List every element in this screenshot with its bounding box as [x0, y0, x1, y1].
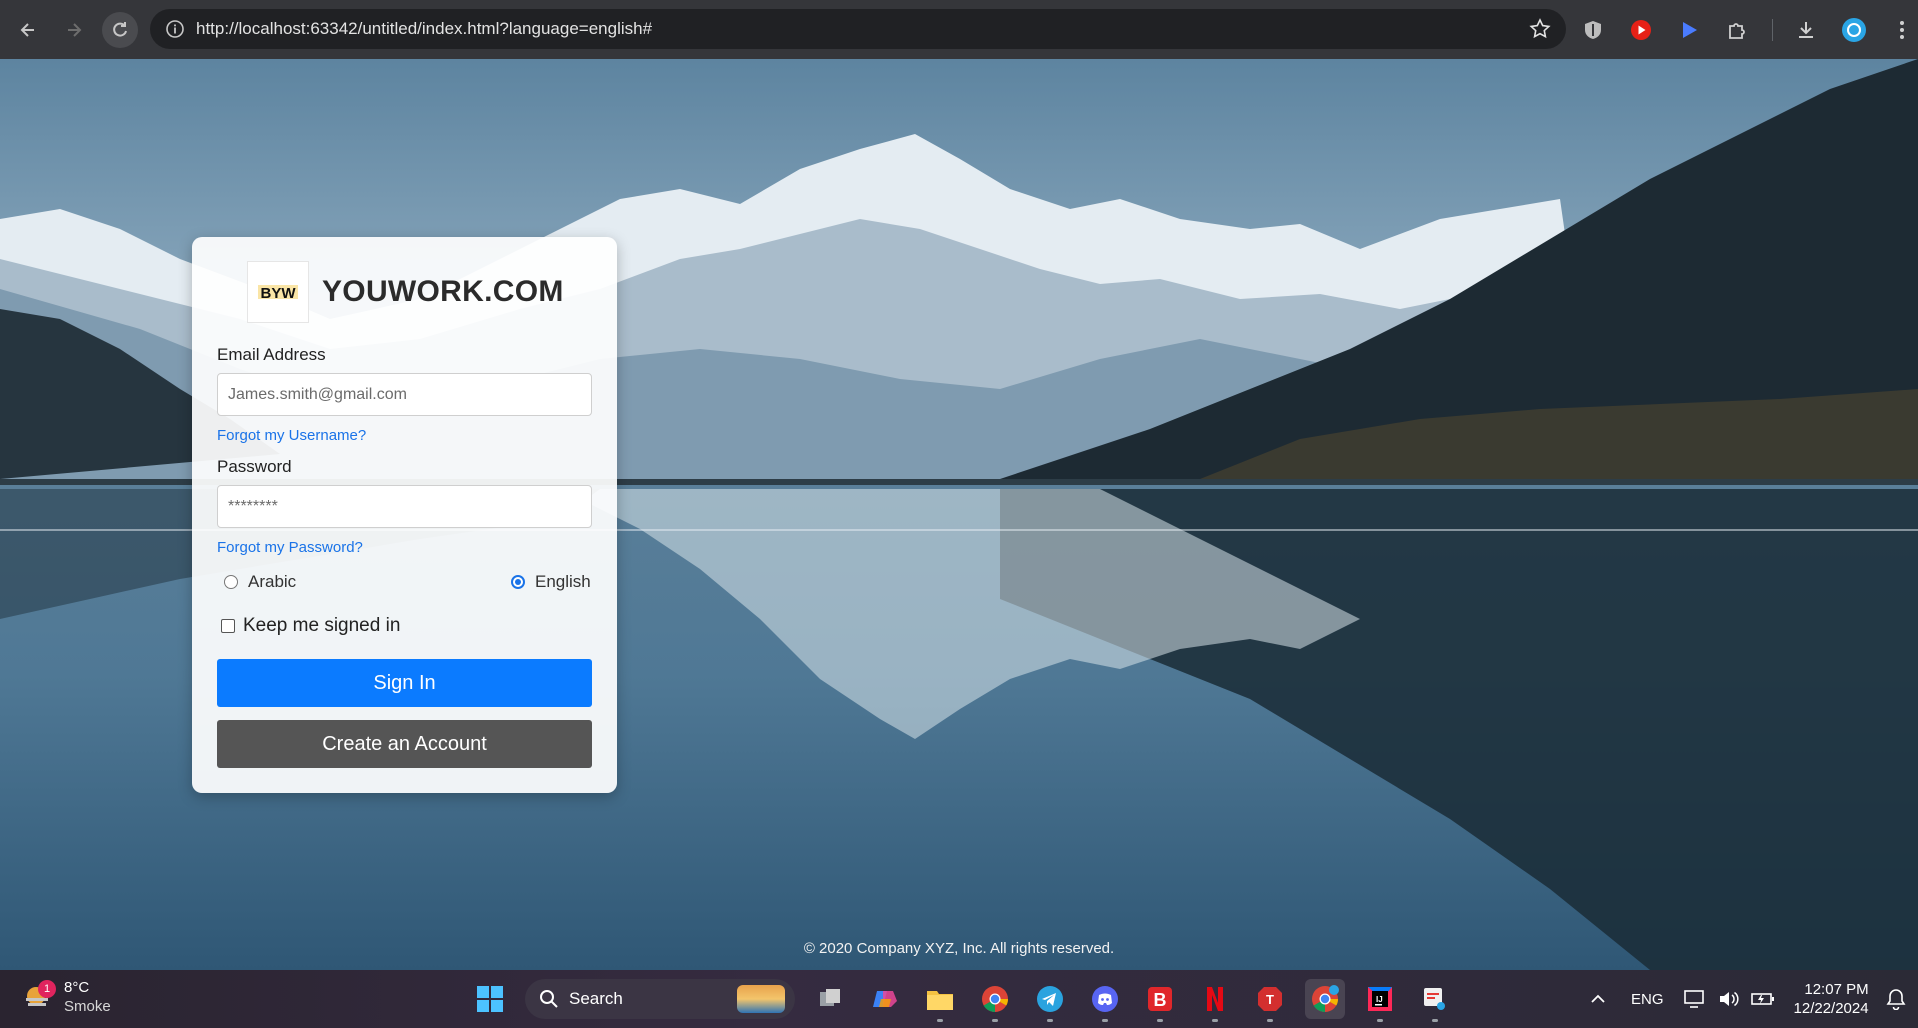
- url-text[interactable]: http://localhost:63342/untitled/index.ht…: [196, 19, 652, 39]
- back-arrow-icon: [20, 22, 34, 37]
- reload-icon: [113, 21, 127, 37]
- shield-extension-icon[interactable]: [1580, 17, 1606, 43]
- login-card: BYW YOUWORK.COM Email Address Forgot my …: [192, 237, 617, 793]
- copilot-icon[interactable]: [865, 979, 905, 1019]
- language-selector: Arabic English: [217, 572, 592, 596]
- keep-signed-in-label: Keep me signed in: [243, 615, 401, 636]
- password-field[interactable]: [217, 485, 592, 528]
- windows-taskbar: 1 8°C Smoke Search B T IJ ENG 12:07 PM 1…: [0, 970, 1918, 1028]
- create-account-button[interactable]: Create an Account: [217, 720, 592, 768]
- chrome-icon[interactable]: [975, 979, 1015, 1022]
- t-app-icon[interactable]: T: [1250, 979, 1290, 1022]
- copyright-footer: © 2020 Company XYZ, Inc. All rights rese…: [803, 940, 1115, 957]
- puzzle-extensions-icon[interactable]: [1724, 17, 1750, 43]
- snipping-tool-icon[interactable]: [1415, 979, 1455, 1022]
- arabic-label: Arabic: [248, 572, 297, 591]
- extensions-area: [1580, 0, 1918, 59]
- page-viewport: BYW YOUWORK.COM Email Address Forgot my …: [0, 59, 1918, 970]
- battery-icon[interactable]: [1750, 986, 1776, 1012]
- chevron-up-icon[interactable]: [1585, 986, 1611, 1012]
- email-field[interactable]: [217, 373, 592, 416]
- weather-temperature: 8°C: [64, 979, 90, 996]
- brand-header: BYW YOUWORK.COM: [247, 261, 564, 323]
- profile-avatar[interactable]: [1841, 17, 1867, 43]
- taskbar-search[interactable]: Search: [525, 979, 795, 1019]
- reload-button[interactable]: [102, 11, 138, 48]
- arabic-radio[interactable]: [224, 575, 238, 589]
- download-icon[interactable]: [1793, 17, 1819, 43]
- clock[interactable]: 12:07 PM 12/22/2024: [1794, 980, 1869, 1018]
- intellij-icon[interactable]: IJ: [1360, 979, 1400, 1022]
- telegram-icon[interactable]: [1030, 979, 1070, 1022]
- clock-date: 12/22/2024: [1793, 1000, 1869, 1017]
- file-explorer-icon[interactable]: [920, 979, 960, 1022]
- search-highlight-image: [737, 985, 785, 1013]
- start-button[interactable]: [470, 979, 510, 1019]
- weather-condition: Smoke: [64, 998, 111, 1015]
- company-logo: BYW: [247, 261, 309, 323]
- forgot-password-link[interactable]: Forgot my Password?: [217, 539, 363, 556]
- browser-toolbar: http://localhost:63342/untitled/index.ht…: [0, 0, 1918, 59]
- keep-signed-in-checkbox[interactable]: [221, 619, 235, 633]
- system-tray: ENG 12:07 PM 12/22/2024: [1585, 970, 1917, 1028]
- volume-icon[interactable]: [1716, 986, 1742, 1012]
- email-label: Email Address: [217, 345, 326, 364]
- search-icon: [540, 990, 558, 1008]
- sign-in-button[interactable]: Sign In: [217, 659, 592, 707]
- input-language[interactable]: ENG: [1631, 991, 1664, 1008]
- keep-signed-in[interactable]: Keep me signed in: [221, 615, 400, 637]
- chrome-active-icon[interactable]: [1305, 979, 1345, 1019]
- forgot-username-link[interactable]: Forgot my Username?: [217, 427, 366, 444]
- weather-text: 8°C Smoke: [64, 978, 111, 1016]
- address-bar[interactable]: http://localhost:63342/untitled/index.ht…: [150, 9, 1566, 49]
- menu-kebab-icon[interactable]: [1889, 17, 1915, 43]
- weather-smoke-icon: 1: [22, 980, 56, 1012]
- svg-text:T: T: [1266, 992, 1274, 1007]
- toolbar-divider: [1772, 18, 1773, 41]
- brand-name: YOUWORK.COM: [322, 275, 564, 308]
- weather-widget[interactable]: 1 8°C Smoke: [22, 978, 111, 1016]
- english-label: English: [535, 572, 591, 591]
- weather-badge: 1: [38, 980, 56, 998]
- search-label: Search: [569, 989, 623, 1008]
- english-radio[interactable]: [511, 575, 525, 589]
- password-label: Password: [217, 457, 292, 476]
- windows-logo-icon: [477, 986, 503, 1012]
- language-option-english[interactable]: English: [511, 572, 591, 592]
- taskbar-apps: Search B T IJ: [470, 977, 1470, 1022]
- svg-text:B: B: [1154, 990, 1167, 1010]
- play-extension-icon[interactable]: [1676, 17, 1702, 43]
- site-info-icon[interactable]: [162, 16, 188, 42]
- bookmark-star-icon[interactable]: [1528, 17, 1552, 46]
- back-button[interactable]: [8, 10, 48, 50]
- logo-text: BYW: [261, 285, 297, 302]
- netflix-icon[interactable]: [1195, 979, 1235, 1022]
- notification-bell-icon[interactable]: [1883, 986, 1909, 1012]
- task-view-icon[interactable]: [810, 979, 850, 1019]
- brave-b-icon[interactable]: B: [1140, 979, 1180, 1022]
- svg-text:IJ: IJ: [1376, 995, 1383, 1004]
- forward-arrow-icon: [68, 22, 82, 37]
- forward-button[interactable]: [54, 10, 94, 50]
- discord-icon[interactable]: [1085, 979, 1125, 1022]
- language-option-arabic[interactable]: Arabic: [224, 572, 296, 592]
- youtube-extension-icon[interactable]: [1628, 17, 1654, 43]
- clock-time: 12:07 PM: [1804, 981, 1869, 998]
- network-icon[interactable]: [1682, 986, 1708, 1012]
